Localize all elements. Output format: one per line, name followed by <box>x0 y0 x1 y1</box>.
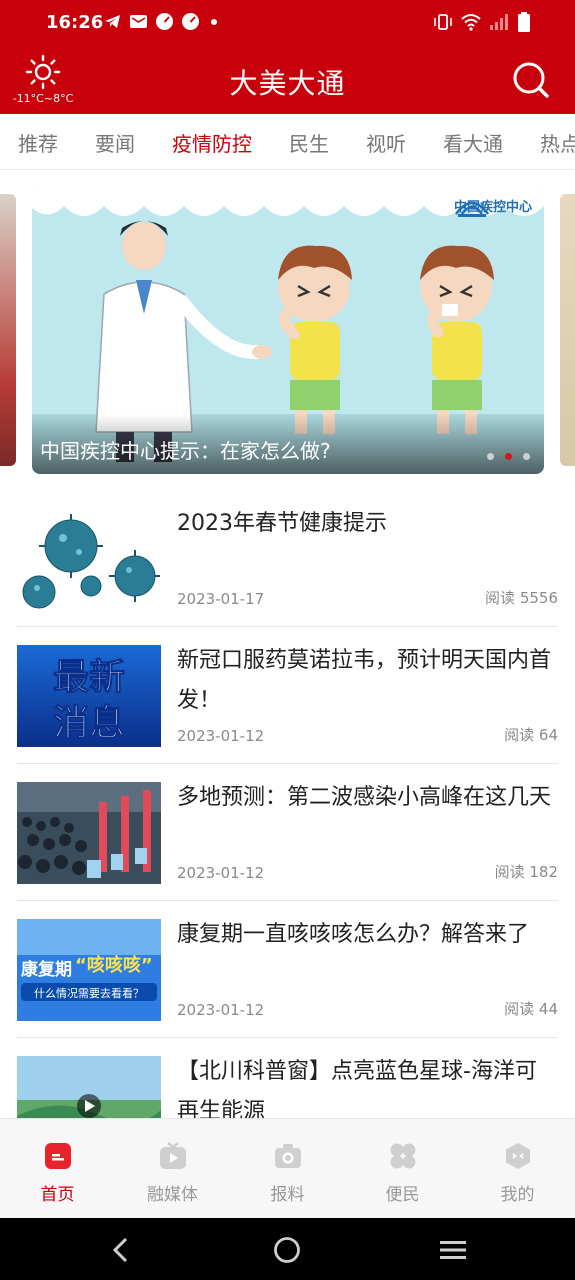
nav-profile[interactable]: 我的 <box>460 1119 575 1218</box>
nav-media[interactable]: 融媒体 <box>115 1119 230 1218</box>
category-tabs: 推荐 要闻 疫情防控 民生 视听 看大通 热点 <box>0 114 575 170</box>
telegram-icon <box>103 12 122 31</box>
crowd-image <box>17 782 161 884</box>
nav-home[interactable]: 首页 <box>0 1119 115 1218</box>
carousel-next-slide[interactable] <box>560 194 575 466</box>
camera-icon <box>274 1144 301 1168</box>
thumb-text-news: 消息 <box>53 703 125 744</box>
nav-home-label: 首页 <box>40 1185 75 1205</box>
news-read-count: 阅读 5556 <box>485 589 558 607</box>
signal-icon <box>490 14 508 30</box>
tab-recommend[interactable]: 推荐 <box>18 128 58 157</box>
dot-icon <box>211 18 217 25</box>
carousel-dot <box>487 453 494 460</box>
tab-video[interactable]: 视听 <box>366 128 406 157</box>
notification-icons <box>103 12 217 31</box>
nav-profile-label: 我的 <box>500 1185 535 1205</box>
tab-epidemic[interactable]: 疫情防控 <box>172 128 252 157</box>
news-title: 2023年春节健康提示 <box>177 511 387 536</box>
nav-services[interactable]: 便民 <box>345 1119 460 1218</box>
tab-livelihood[interactable]: 民生 <box>289 128 329 157</box>
list-item[interactable]: 多地预测：第二波感染小高峰在这几天 2023-01-12 阅读 182 <box>17 764 558 901</box>
grid-icon <box>390 1143 415 1169</box>
tab-datong[interactable]: 看大通 <box>443 128 503 157</box>
profile-icon <box>505 1143 530 1169</box>
thumb-text-latest: 最新 <box>53 657 125 698</box>
news-read-count: 阅读 64 <box>504 726 558 744</box>
vibrate-icon <box>434 14 452 30</box>
carousel-slide[interactable]: 中国疾控中心 中国疾控中心提示：在家怎么做? <box>32 184 544 474</box>
news-date: 2023-01-12 <box>177 1001 265 1019</box>
nav-services-label: 便民 <box>385 1185 420 1205</box>
nav-report-label: 报料 <box>270 1185 305 1205</box>
search-icon <box>513 62 549 98</box>
tab-hot[interactable]: 热点 <box>540 128 575 157</box>
virus-image <box>17 508 161 610</box>
app-title: 大美大通 <box>229 67 346 100</box>
carousel-dot-active <box>505 453 512 460</box>
speed-icon <box>181 12 200 31</box>
news-list: 2023年春节健康提示 2023-01-17 阅读 5556 最新 消息 新冠口… <box>0 490 575 1175</box>
back-button[interactable] <box>106 1235 136 1265</box>
news-title: 康复期一直咳咳咳怎么办？解答来了 <box>177 922 530 947</box>
status-bar: 16:26 <box>0 0 575 48</box>
home-button[interactable] <box>272 1235 302 1265</box>
system-icons <box>433 12 531 32</box>
carousel-dot <box>523 453 530 460</box>
nav-report[interactable]: 报料 <box>230 1119 345 1218</box>
battery-icon <box>518 12 530 32</box>
circle-home-icon <box>274 1237 300 1263</box>
thumb-text-cough: “咳咳咳” <box>75 954 153 976</box>
carousel-prev-slide[interactable] <box>0 194 16 466</box>
menu-icon <box>440 1241 466 1259</box>
news-date: 2023-01-12 <box>177 727 265 745</box>
cough-image: 康复期 “咳咳咳” 什么情况需要去看看？ <box>17 919 161 1021</box>
tab-headlines[interactable]: 要闻 <box>95 128 135 157</box>
mail-icon <box>129 12 148 31</box>
cdc-logo: 中国疾控中心 <box>454 196 532 217</box>
latest-news-image: 最新 消息 <box>17 645 161 747</box>
wifi-icon <box>461 14 481 31</box>
media-icon <box>159 1142 186 1169</box>
list-item[interactable]: 康复期 “咳咳咳” 什么情况需要去看看？ 康复期一直咳咳咳怎么办？解答来了 20… <box>17 901 558 1038</box>
news-date: 2023-01-17 <box>177 590 265 608</box>
list-item[interactable]: 2023年春节健康提示 2023-01-17 阅读 5556 <box>17 490 558 627</box>
list-item[interactable]: 最新 消息 新冠口服药莫诺拉韦，预计明天国内首发！ 2023-01-12 阅读 … <box>17 627 558 764</box>
news-date: 2023-01-12 <box>177 864 265 882</box>
banner-carousel[interactable]: 中国疾控中心 中国疾控中心提示：在家怎么做? <box>0 170 575 488</box>
bottom-navigation: 首页 融媒体 报料 便民 我的 <box>0 1118 575 1218</box>
back-icon <box>112 1237 128 1263</box>
news-read-count: 阅读 44 <box>504 1000 558 1018</box>
nav-media-label: 融媒体 <box>147 1185 198 1205</box>
carousel-caption: 中国疾控中心提示：在家怎么做? <box>40 439 331 463</box>
status-time: 16:26 <box>46 12 104 33</box>
thumb-text-when: 什么情况需要去看看？ <box>34 986 144 1000</box>
carousel-indicator <box>487 453 530 460</box>
app-header: -11°C~8°C 大美大通 <box>0 48 575 114</box>
news-title: 新冠口服药莫诺拉韦，预计明天国内首发！ <box>177 648 552 713</box>
cdc-emblem-icon <box>455 201 489 217</box>
home-icon <box>44 1143 71 1169</box>
search-button[interactable] <box>511 60 551 100</box>
thumb-text-recovery: 康复期 <box>21 959 72 980</box>
system-navigation-bar <box>0 1218 575 1280</box>
recents-button[interactable] <box>438 1235 468 1265</box>
news-title: 多地预测：第二波感染小高峰在这几天 <box>177 785 552 810</box>
speed-icon <box>155 12 174 31</box>
news-read-count: 阅读 182 <box>494 863 558 881</box>
